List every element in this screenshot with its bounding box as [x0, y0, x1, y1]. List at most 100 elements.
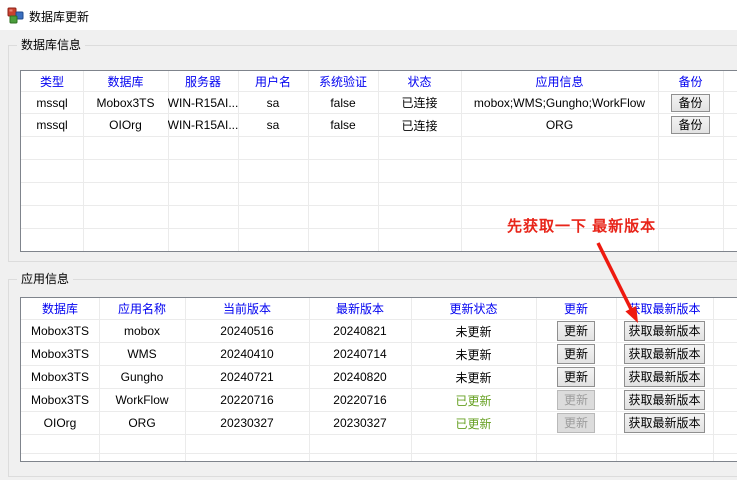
cell-app-name: ORG: [99, 412, 185, 434]
cell-current-ver: 20240516: [185, 320, 309, 342]
cell-update: 更新: [536, 366, 616, 388]
database-table-header: 类型 数据库 服务器 用户名 系统验证 状态 应用信息 备份: [21, 71, 737, 92]
cell-fetch: 获取最新版本: [616, 412, 713, 434]
empty-row: [21, 454, 737, 461]
cell-app-name: WorkFlow: [99, 389, 185, 411]
backup-button[interactable]: 备份: [671, 94, 709, 112]
window-title: 数据库更新: [29, 8, 89, 25]
column-header-fetch-latest: 获取最新版本: [616, 298, 713, 319]
cell-backup: 备份: [658, 114, 723, 136]
fetch-latest-button[interactable]: 获取最新版本: [624, 390, 704, 410]
cell-update-state: 已更新: [411, 412, 536, 434]
cell-current-ver: 20240721: [185, 366, 309, 388]
fetch-latest-button[interactable]: 获取最新版本: [624, 413, 704, 433]
cell-apps: mobox;WMS;Gungho;WorkFlow: [461, 92, 658, 113]
update-button[interactable]: 更新: [557, 321, 595, 341]
cell-update-state: 未更新: [411, 343, 536, 365]
cell-status: 已连接: [378, 92, 461, 113]
cell-user: sa: [238, 92, 308, 113]
cell-update-state: 未更新: [411, 366, 536, 388]
database-update-window: 数据库更新 数据库信息 类型 数据库 服务器 用户名 系统验证 状态 应用信息 …: [0, 0, 737, 480]
cell-current-ver: 20220716: [185, 389, 309, 411]
cell-sysauth: false: [308, 92, 378, 113]
cell-database: Mobox3TS: [21, 343, 99, 365]
update-button-disabled: 更新: [557, 413, 595, 433]
cell-update: 更新: [536, 389, 616, 411]
table-row: mssql OIOrg WIN-R15AI... sa false 已连接 OR…: [21, 114, 737, 137]
cell-app-name: WMS: [99, 343, 185, 365]
cell-app-name: Gungho: [99, 366, 185, 388]
column-header-latest-ver: 最新版本: [309, 298, 411, 319]
column-header-sysauth: 系统验证: [308, 71, 378, 91]
empty-row: [21, 183, 737, 206]
cell-current-ver: 20240410: [185, 343, 309, 365]
backup-button[interactable]: 备份: [671, 116, 709, 134]
application-table-header: 数据库 应用名称 当前版本 最新版本 更新状态 更新 获取最新版本: [21, 298, 737, 320]
update-button[interactable]: 更新: [557, 367, 595, 387]
column-header-type: 类型: [21, 71, 83, 91]
cell-update: 更新: [536, 412, 616, 434]
cell-latest-ver: 20230327: [309, 412, 411, 434]
cell-update-state: 已更新: [411, 389, 536, 411]
cell-database: OIOrg: [21, 412, 99, 434]
cell-current-ver: 20230327: [185, 412, 309, 434]
table-row: Mobox3TS mobox 20240516 20240821 未更新 更新 …: [21, 320, 737, 343]
cell-sysauth: false: [308, 114, 378, 136]
table-row: OIOrg ORG 20230327 20230327 已更新 更新 获取最新版…: [21, 412, 737, 435]
cell-database: OIOrg: [83, 114, 168, 136]
empty-row: [21, 435, 737, 454]
column-header-server: 服务器: [168, 71, 238, 91]
cell-backup: 备份: [658, 92, 723, 113]
cell-latest-ver: 20240820: [309, 366, 411, 388]
annotation-text: 先获取一下 最新版本: [507, 215, 656, 236]
cell-app-name: mobox: [99, 320, 185, 342]
cell-fetch: 获取最新版本: [616, 320, 713, 342]
cell-latest-ver: 20240714: [309, 343, 411, 365]
cell-fetch: 获取最新版本: [616, 366, 713, 388]
empty-row: [21, 137, 737, 160]
cell-fetch: 获取最新版本: [616, 343, 713, 365]
cell-database: Mobox3TS: [21, 320, 99, 342]
column-header-status: 状态: [378, 71, 461, 91]
cell-database: Mobox3TS: [21, 366, 99, 388]
table-row: mssql Mobox3TS WIN-R15AI... sa false 已连接…: [21, 92, 737, 114]
column-header-current-ver: 当前版本: [185, 298, 309, 319]
cell-status: 已连接: [378, 114, 461, 136]
column-header-update-state: 更新状态: [411, 298, 536, 319]
cell-latest-ver: 20220716: [309, 389, 411, 411]
table-row: Mobox3TS Gungho 20240721 20240820 未更新 更新…: [21, 366, 737, 389]
column-header-update: 更新: [536, 298, 616, 319]
cell-apps: ORG: [461, 114, 658, 136]
application-info-group-label: 应用信息: [17, 272, 73, 287]
cell-fetch: 获取最新版本: [616, 389, 713, 411]
update-button-disabled: 更新: [557, 390, 595, 410]
cell-latest-ver: 20240821: [309, 320, 411, 342]
cell-update: 更新: [536, 343, 616, 365]
column-header-app-name: 应用名称: [99, 298, 185, 319]
table-row: Mobox3TS WorkFlow 20220716 20220716 已更新 …: [21, 389, 737, 412]
database-info-group-label: 数据库信息: [17, 38, 85, 53]
column-header-apps: 应用信息: [461, 71, 658, 91]
cell-server: WIN-R15AI...: [168, 114, 238, 136]
cell-server: WIN-R15AI...: [168, 92, 238, 113]
column-header-backup: 备份: [658, 71, 723, 91]
table-row: Mobox3TS WMS 20240410 20240714 未更新 更新 获取…: [21, 343, 737, 366]
cell-database: Mobox3TS: [83, 92, 168, 113]
update-button[interactable]: 更新: [557, 344, 595, 364]
cell-database: Mobox3TS: [21, 389, 99, 411]
column-header-database: 数据库: [21, 298, 99, 319]
title-bar: 数据库更新: [0, 0, 737, 30]
empty-row: [21, 160, 737, 183]
fetch-latest-button[interactable]: 获取最新版本: [624, 321, 704, 341]
cell-user: sa: [238, 114, 308, 136]
app-icon: [7, 7, 24, 24]
cell-update-state: 未更新: [411, 320, 536, 342]
column-header-database: 数据库: [83, 71, 168, 91]
column-header-user: 用户名: [238, 71, 308, 91]
cell-update: 更新: [536, 320, 616, 342]
application-table: 数据库 应用名称 当前版本 最新版本 更新状态 更新 获取最新版本 Mobox3…: [20, 297, 737, 462]
cell-type: mssql: [21, 92, 83, 113]
fetch-latest-button[interactable]: 获取最新版本: [624, 344, 704, 364]
cell-type: mssql: [21, 114, 83, 136]
fetch-latest-button[interactable]: 获取最新版本: [624, 367, 704, 387]
